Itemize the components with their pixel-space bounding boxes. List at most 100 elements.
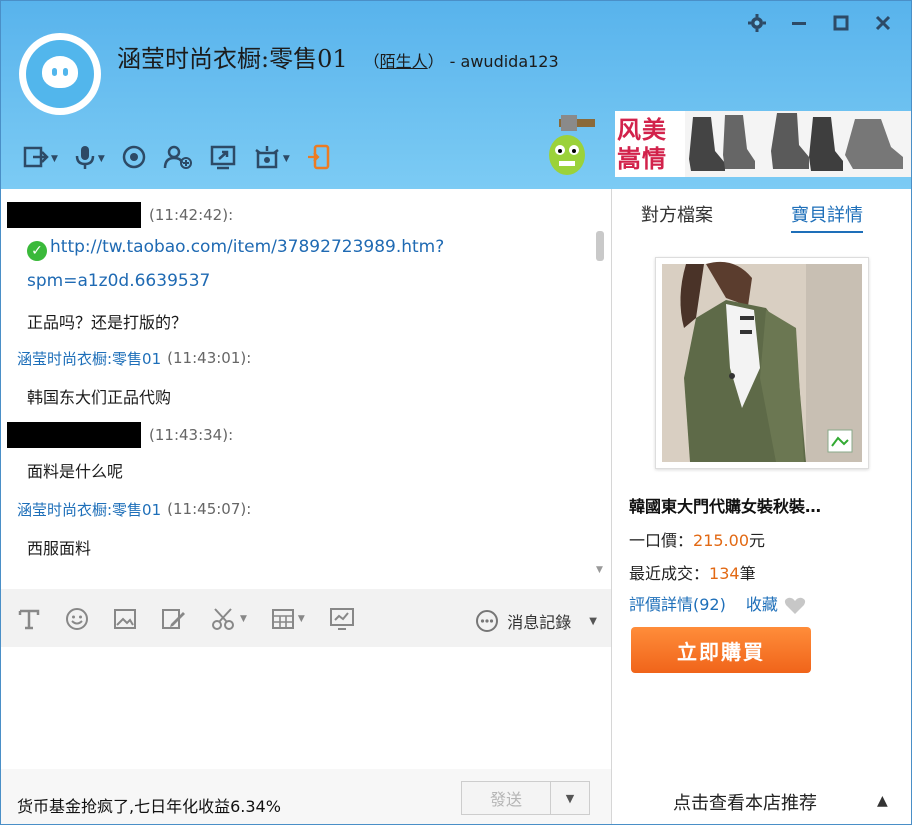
- favorite-link[interactable]: 收藏: [746, 591, 778, 615]
- remote-help-button[interactable]: ▼: [253, 144, 290, 174]
- microphone-icon: [74, 144, 96, 174]
- message-text: 正品吗？还是打版的？: [27, 313, 188, 332]
- tab-item-details[interactable]: 寶貝詳情: [791, 201, 863, 233]
- add-contact-button[interactable]: [163, 144, 193, 174]
- settings-gear-icon[interactable]: [747, 13, 767, 33]
- transfer-file-icon: [23, 145, 49, 173]
- message-input[interactable]: [1, 647, 611, 769]
- screenshot-button[interactable]: ▼: [211, 607, 247, 631]
- share-screen-button[interactable]: [209, 144, 237, 174]
- chat-bubble-icon: [476, 610, 499, 632]
- tab-profile[interactable]: 對方檔案: [641, 201, 713, 233]
- sales-value: 134: [709, 564, 740, 583]
- caret-down-icon: ▼: [51, 154, 58, 164]
- message-time: (11:42:42):: [149, 206, 234, 224]
- caret-down-icon: ▼: [97, 154, 105, 164]
- product-image[interactable]: [655, 257, 869, 469]
- avatar-inner: [26, 40, 94, 108]
- font-icon: [18, 609, 40, 630]
- redacted-sender: [7, 202, 141, 228]
- avatar[interactable]: [19, 33, 101, 115]
- price-label: 一口價：: [629, 531, 694, 550]
- price-unit: 元: [749, 531, 766, 550]
- product-title[interactable]: 韓國東大門代購女裝秋裝…: [629, 493, 821, 517]
- caret-down-icon: ▼: [240, 614, 247, 624]
- scroll-down-arrow-icon[interactable]: ▼: [596, 565, 603, 575]
- product-link-text: http://tw.taobao.com/item/37892723989.ht…: [50, 237, 445, 257]
- shop-recommendations-link[interactable]: 点击查看本店推荐: [673, 789, 817, 815]
- price-row: 一口價：215.00元: [629, 527, 765, 551]
- review-details-link[interactable]: 評價詳情(92): [629, 591, 726, 615]
- calculator-button[interactable]: ▼: [271, 607, 305, 631]
- mascot-icon[interactable]: [545, 113, 597, 177]
- price-value: 215.00: [693, 531, 749, 550]
- sender-name[interactable]: 涵莹时尚衣橱:零售01: [17, 499, 161, 520]
- input-toolbar: ▼ ▼ 消息記錄 ▼: [1, 589, 611, 647]
- image-icon: [114, 609, 136, 629]
- product-photo: [662, 261, 862, 462]
- message-header: (11:43:34):: [1, 421, 233, 449]
- message-header: (11:42:42):: [1, 201, 233, 229]
- heart-icon[interactable]: [784, 597, 806, 615]
- panel-tabs: 對方檔案 寶貝詳情: [641, 201, 863, 233]
- edit-icon: [162, 609, 185, 629]
- message-time: (11:45:07):: [167, 500, 252, 518]
- close-icon[interactable]: [873, 13, 893, 33]
- stranger-link[interactable]: 陌生人: [380, 52, 428, 71]
- contact-user-id: - awudida123: [449, 52, 559, 71]
- emoji-button[interactable]: [65, 607, 89, 631]
- ad-shoes-image: [685, 111, 911, 177]
- sender-name[interactable]: 涵莹时尚衣橱:零售01: [17, 348, 161, 369]
- message-text: 面料是什么呢: [27, 462, 124, 481]
- voice-button[interactable]: ▼: [74, 144, 105, 174]
- input-tools: ▼ ▼: [17, 607, 355, 631]
- message-header: 涵莹时尚衣橱:零售01 (11:43:01):: [1, 344, 251, 372]
- share-screen-icon: [209, 144, 237, 174]
- chat-scrollbar[interactable]: ▼: [593, 189, 607, 585]
- status-open: （: [363, 52, 380, 71]
- panel-divider: [611, 189, 612, 824]
- sales-label: 最近成交：: [629, 564, 710, 583]
- send-options-dropdown[interactable]: ▼: [551, 781, 590, 815]
- monitor-button[interactable]: [329, 607, 355, 631]
- add-contact-icon: [163, 144, 193, 174]
- transfer-file-button[interactable]: ▼: [23, 144, 58, 174]
- caret-down-icon: ▼: [297, 614, 305, 624]
- verified-check-icon: ✓: [27, 241, 47, 261]
- video-button[interactable]: [121, 144, 147, 174]
- font-button[interactable]: [17, 607, 41, 631]
- message-history[interactable]: (11:42:42): ✓ http://tw.taobao.com/item/3…: [1, 189, 611, 589]
- expand-up-icon[interactable]: ▲: [877, 793, 888, 809]
- product-link-continued[interactable]: spm=a1z0d.6639537: [27, 271, 210, 291]
- scissors-icon: [212, 608, 234, 630]
- chat-window: 涵莹时尚衣橱:零售01 （陌生人） - awudida123 ▼ ▼ ▼ 风美嵩…: [0, 0, 912, 825]
- image-button[interactable]: [113, 607, 137, 631]
- message-text: 韩国东大们正品代购: [27, 388, 172, 407]
- product-link[interactable]: ✓ http://tw.taobao.com/item/37892723989.h…: [27, 237, 444, 261]
- mobile-phone-icon: [306, 143, 332, 175]
- caret-down-icon: ▼: [282, 154, 290, 164]
- message-time: (11:43:01):: [167, 349, 252, 367]
- contact-name: 涵莹时尚衣橱:零售01: [117, 45, 348, 73]
- redacted-sender: [7, 422, 141, 448]
- window-controls: [747, 13, 893, 33]
- maximize-icon[interactable]: [831, 13, 851, 33]
- message-history-button[interactable]: 消息記錄 ▼: [475, 609, 597, 633]
- send-button[interactable]: 發送: [461, 781, 551, 815]
- edit-button[interactable]: [161, 607, 187, 631]
- ad-banner[interactable]: 风美嵩情: [615, 111, 911, 177]
- message-history-label: 消息記錄: [507, 613, 572, 632]
- minimize-icon[interactable]: [789, 13, 809, 33]
- buy-now-button[interactable]: 立即購買: [631, 627, 811, 673]
- monitor-icon: [329, 608, 354, 630]
- mobile-button[interactable]: [306, 144, 332, 174]
- smiley-icon: [66, 608, 88, 630]
- promo-link[interactable]: 货币基金抢疯了,七日年化收益6.34%: [17, 793, 281, 817]
- recent-sales-row: 最近成交：134筆: [629, 560, 756, 584]
- caret-down-icon: ▼: [589, 615, 597, 627]
- scroll-thumb[interactable]: [596, 231, 604, 261]
- title-row: 涵莹时尚衣橱:零售01 （陌生人） - awudida123: [117, 39, 559, 74]
- chat-toolbar: ▼ ▼ ▼: [23, 144, 332, 174]
- alarm-icon: [253, 144, 281, 174]
- header: 涵莹时尚衣橱:零售01 （陌生人） - awudida123 ▼ ▼ ▼ 风美嵩…: [1, 1, 911, 189]
